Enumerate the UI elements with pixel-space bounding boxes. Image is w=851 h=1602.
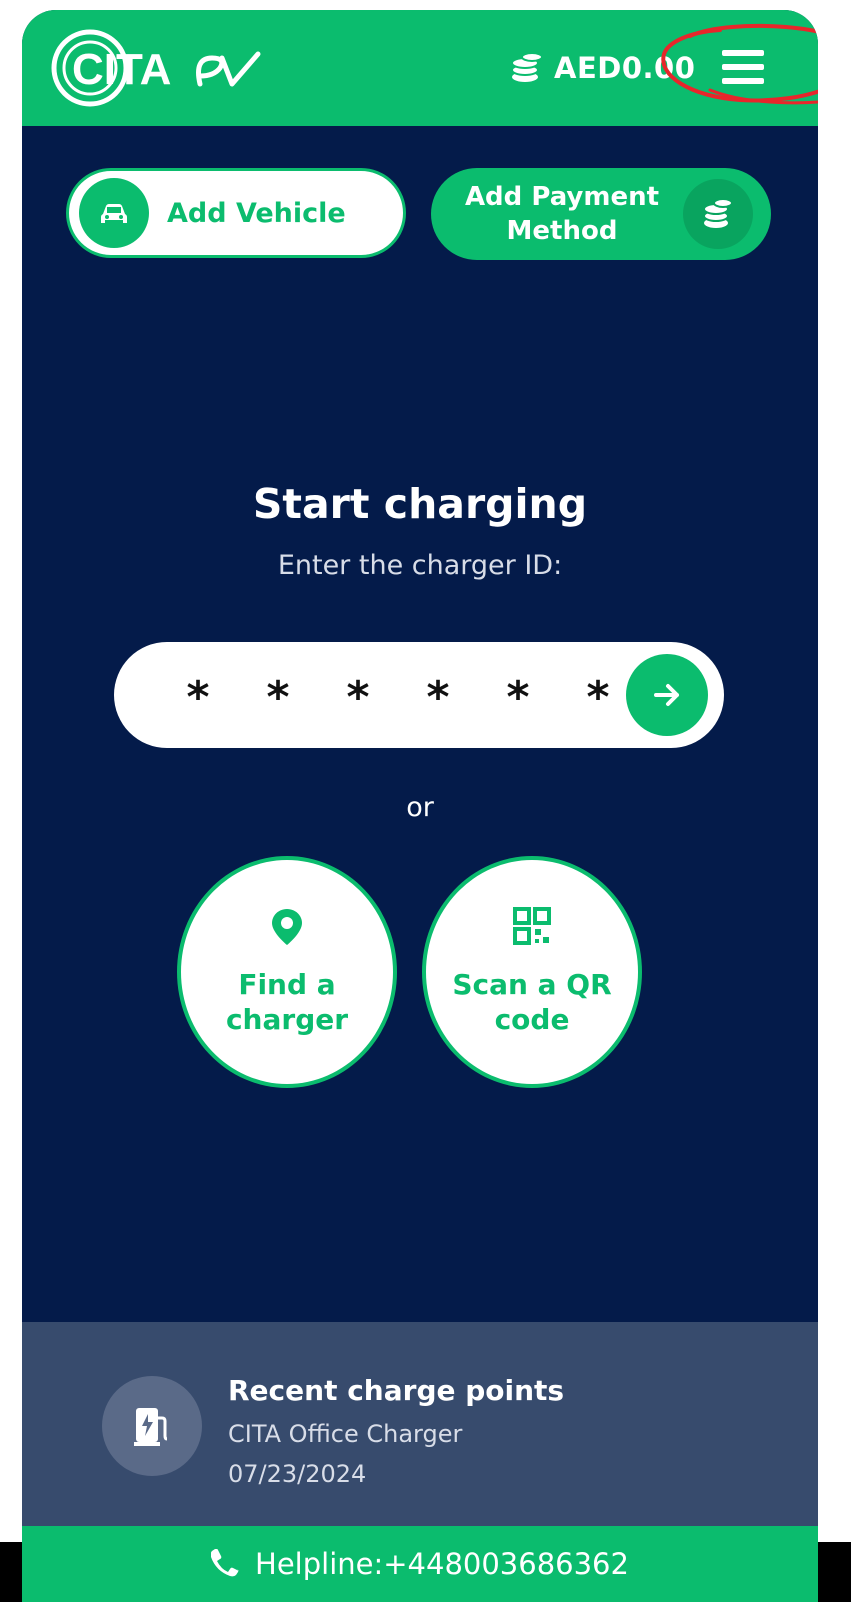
or-separator: or: [406, 792, 434, 823]
hamburger-menu-icon[interactable]: [722, 50, 766, 84]
top-header: CITA AED0.00: [22, 10, 818, 126]
coins-icon: [683, 179, 753, 249]
svg-text:CITA: CITA: [72, 45, 171, 94]
find-charger-button[interactable]: Find a charger: [177, 856, 397, 1088]
cita-ev-logo[interactable]: CITA: [50, 26, 264, 110]
balance-amount: AED0.00: [554, 51, 696, 85]
wallet-balance[interactable]: AED0.00: [510, 46, 695, 90]
submit-charger-id-button[interactable]: [626, 654, 708, 736]
helpline-bar[interactable]: Helpline:+448003686362: [22, 1526, 818, 1602]
arrow-right-icon: [654, 684, 679, 706]
map-pin-icon: [272, 909, 302, 945]
find-charger-label: Find a charger: [225, 968, 349, 1036]
qr-code-icon: [513, 907, 551, 945]
recent-title: Recent charge points: [228, 1374, 565, 1407]
charger-id-prompt: Enter the charger ID:: [277, 550, 563, 581]
car-icon: [79, 178, 149, 248]
add-payment-label: Add Payment Method: [464, 182, 660, 246]
charger-id-placeholder[interactable]: * * * * * *: [178, 672, 618, 723]
coins-icon: [510, 51, 544, 85]
scan-qr-button[interactable]: Scan a QR code: [422, 856, 642, 1088]
recent-charge-date: 07/23/2024: [228, 1460, 367, 1488]
add-payment-method-button[interactable]: Add Payment Method: [431, 168, 771, 260]
recent-charge-points[interactable]: Recent charge points CITA Office Charger…: [22, 1322, 818, 1538]
ev-charger-icon: [102, 1376, 202, 1476]
app-screen: CITA AED0.00 Add Vehicle Add Payment Met…: [22, 10, 818, 1602]
add-vehicle-button[interactable]: Add Vehicle: [66, 168, 406, 258]
phone-icon: [211, 1549, 240, 1577]
helpline-text: Helpline:+448003686362: [255, 1547, 629, 1581]
start-charging-title: Start charging: [252, 480, 588, 528]
scan-qr-label: Scan a QR code: [452, 968, 612, 1036]
charger-id-input[interactable]: * * * * * *: [114, 642, 724, 748]
add-vehicle-label: Add Vehicle: [167, 197, 346, 229]
recent-charger-name[interactable]: CITA Office Charger: [228, 1420, 462, 1448]
